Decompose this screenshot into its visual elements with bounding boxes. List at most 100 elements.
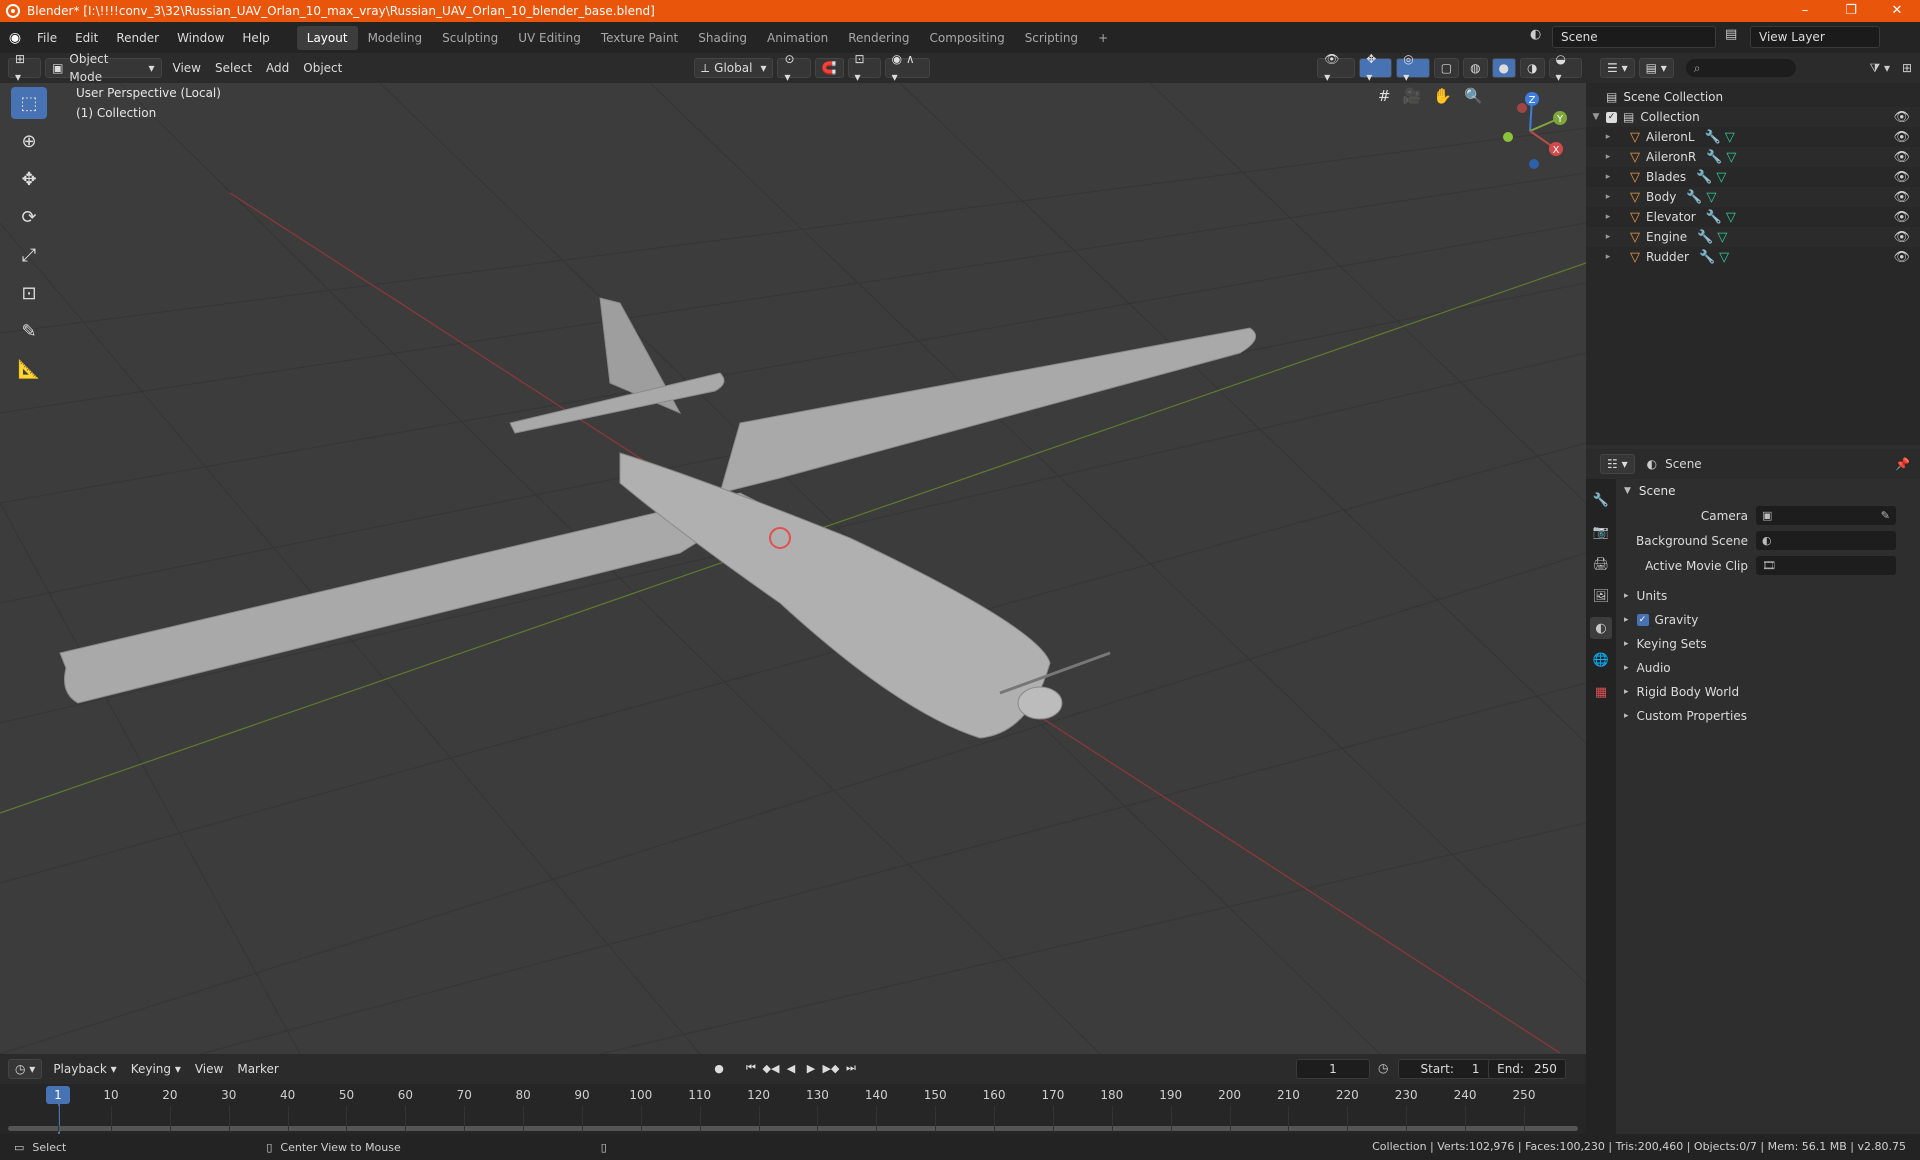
menu-timeline-view[interactable]: View <box>188 1062 230 1076</box>
move-icon[interactable]: ✥ <box>11 163 47 195</box>
texture-tab-icon[interactable]: ▦ <box>1590 681 1612 703</box>
menu-view[interactable]: View <box>166 61 208 75</box>
maximize-button[interactable]: ❐ <box>1828 0 1874 22</box>
active-movie-clip-field[interactable]: 🎞 <box>1756 556 1896 575</box>
add-workspace-icon[interactable]: + <box>1088 26 1118 50</box>
tab-uv-editing[interactable]: UV Editing <box>508 26 591 50</box>
eyedropper-icon[interactable]: ✎ <box>1881 509 1890 522</box>
render-tab-icon[interactable]: 📷 <box>1590 521 1612 543</box>
rotate-icon[interactable]: ⟳ <box>11 201 47 233</box>
annotate-icon[interactable]: ✎ <box>11 315 47 347</box>
play-icon[interactable]: ▶ <box>802 1059 820 1077</box>
timeline-scrollbar[interactable] <box>8 1126 1578 1131</box>
outliner-row-engine[interactable]: ▸ ▽ Engine 🔧 ▽ 👁 <box>1586 227 1920 247</box>
blender-menu-icon[interactable]: ◉ <box>6 29 24 47</box>
tool-tab-icon[interactable]: 🔧 <box>1590 489 1612 511</box>
keying-sets-panel[interactable]: ▸ Keying Sets <box>1616 632 1920 656</box>
scene-tab-icon[interactable]: ◐ <box>1590 617 1612 639</box>
outliner-row-aileronl[interactable]: ▸ ▽ AileronL 🔧 ▽ 👁 <box>1586 127 1920 147</box>
record-icon[interactable]: ● <box>710 1059 728 1077</box>
filter-icon[interactable]: ⧩ ▾ <box>1869 61 1890 76</box>
tab-animation[interactable]: Animation <box>757 26 838 50</box>
tab-sculpting[interactable]: Sculpting <box>432 26 508 50</box>
eye-icon[interactable]: 👁 <box>1893 130 1910 145</box>
start-frame-field[interactable]: Start: 1 <box>1398 1059 1502 1079</box>
outliner-row-collection[interactable]: ▼ ✓ ▤ Collection 👁 <box>1586 107 1920 127</box>
units-panel[interactable]: ▸ Units <box>1616 584 1920 608</box>
menu-object[interactable]: Object <box>296 61 349 75</box>
rigid-body-world-panel[interactable]: ▸ Rigid Body World <box>1616 680 1920 704</box>
outliner-row-aileronr[interactable]: ▸ ▽ AileronR 🔧 ▽ 👁 <box>1586 147 1920 167</box>
tab-compositing[interactable]: Compositing <box>919 26 1014 50</box>
scale-icon[interactable]: ⤢ <box>11 239 47 271</box>
menu-playback[interactable]: Playback ▾ <box>46 1062 123 1076</box>
output-tab-icon[interactable]: 🖨 <box>1590 553 1612 575</box>
menu-edit[interactable]: Edit <box>66 31 107 45</box>
select-box-icon[interactable]: ⬚ <box>11 87 47 119</box>
mode-dropdown[interactable]: ▣ Object Mode ▾ <box>45 52 162 84</box>
prev-keyframe-icon[interactable]: ◆◀ <box>762 1059 780 1077</box>
shading-material-button[interactable]: ◑ <box>1520 58 1545 78</box>
current-frame-marker[interactable]: 1 <box>46 1086 70 1104</box>
tab-rendering[interactable]: Rendering <box>838 26 919 50</box>
tab-layout[interactable]: Layout <box>296 25 358 50</box>
pan-hand-icon[interactable]: ✋ <box>1433 87 1452 105</box>
eye-icon[interactable]: 👁 <box>1893 250 1910 265</box>
custom-properties-panel[interactable]: ▸ Custom Properties <box>1616 704 1920 728</box>
grid-view-icon[interactable]: # <box>1378 87 1391 105</box>
menu-select[interactable]: Select <box>208 61 259 75</box>
eye-icon[interactable]: 👁 <box>1893 110 1910 125</box>
tab-modeling[interactable]: Modeling <box>358 26 433 50</box>
proportional-edit-toggle[interactable]: ◉ ∧ ▾ <box>884 52 931 84</box>
outliner-row-body[interactable]: ▸ ▽ Body 🔧 ▽ 👁 <box>1586 187 1920 207</box>
transform-icon[interactable]: ⊡ <box>11 277 47 309</box>
tab-shading[interactable]: Shading <box>688 26 757 50</box>
outliner-row-scene-collection[interactable]: ▤ Scene Collection <box>1586 87 1920 107</box>
next-keyframe-icon[interactable]: ▶◆ <box>822 1059 840 1077</box>
close-button[interactable]: ✕ <box>1874 0 1920 22</box>
eye-icon[interactable]: 👁 <box>1893 170 1910 185</box>
pivot-point-button[interactable]: ⊙ ▾ <box>777 52 811 84</box>
transform-orientation-dropdown[interactable]: ⟂ Global ▾ <box>694 58 774 78</box>
menu-window[interactable]: Window <box>168 31 233 45</box>
menu-render[interactable]: Render <box>107 31 168 45</box>
snap-target-button[interactable]: ⊡ ▾ <box>847 52 881 84</box>
jump-start-icon[interactable]: ⏮ <box>742 1059 760 1077</box>
cursor-icon[interactable]: ⊕ <box>11 125 47 157</box>
shading-wireframe-button[interactable]: ◍ <box>1463 58 1488 78</box>
shading-rendered-button[interactable]: ◒ ▾ <box>1548 52 1582 84</box>
new-collection-icon[interactable]: ⊞ <box>1902 61 1912 75</box>
current-frame-field[interactable]: 1 <box>1296 1059 1370 1079</box>
outliner-search-input[interactable]: ⌕ <box>1685 59 1796 77</box>
menu-file[interactable]: File <box>28 31 66 45</box>
collection-checkbox[interactable]: ✓ <box>1606 111 1617 123</box>
outliner-row-blades[interactable]: ▸ ▽ Blades 🔧 ▽ 👁 <box>1586 167 1920 187</box>
editor-type-button[interactable]: ⊞ ▾ <box>8 52 42 84</box>
outliner-editor-type-button[interactable]: ☰ ▾ <box>1600 58 1635 78</box>
camera-view-icon[interactable]: 🎥 <box>1403 87 1422 105</box>
display-mode-button[interactable]: ▤ ▾ <box>1638 58 1674 78</box>
shading-solid-button[interactable]: ● <box>1491 58 1517 78</box>
eye-icon[interactable]: 👁 <box>1893 190 1910 205</box>
zoom-icon[interactable]: 🔍 <box>1464 87 1483 105</box>
properties-editor-type-button[interactable]: ☷ ▾ <box>1600 454 1635 474</box>
expand-triangle-icon[interactable]: ▼ <box>1586 112 1606 122</box>
gravity-checkbox[interactable]: ✓ <box>1636 614 1649 626</box>
gizmo-toggle[interactable]: ✥ ▾ <box>1359 52 1393 84</box>
jump-end-icon[interactable]: ⏭ <box>842 1059 860 1077</box>
menu-help[interactable]: Help <box>233 31 278 45</box>
tab-texture-paint[interactable]: Texture Paint <box>591 26 688 50</box>
navigation-gizmo[interactable]: Z Y X <box>1490 91 1570 171</box>
world-tab-icon[interactable]: 🌐 <box>1590 649 1612 671</box>
outliner-row-rudder[interactable]: ▸ ▽ Rudder 🔧 ▽ 👁 <box>1586 247 1920 267</box>
snap-toggle[interactable]: 🧲 <box>814 58 844 78</box>
stopwatch-icon[interactable]: ◷ <box>1378 1061 1388 1075</box>
3d-viewport[interactable]: ⬚ ⊕ ✥ ⟳ ⤢ ⊡ ✎ 📐 User Perspective (Local)… <box>0 83 1586 1054</box>
audio-panel[interactable]: ▸ Audio <box>1616 656 1920 680</box>
play-reverse-icon[interactable]: ◀ <box>782 1059 800 1077</box>
end-frame-field[interactable]: End: 250 <box>1488 1059 1566 1079</box>
menu-marker[interactable]: Marker <box>230 1062 285 1076</box>
camera-field[interactable]: ▣ ✎ <box>1756 506 1896 525</box>
minimize-button[interactable]: – <box>1782 0 1828 22</box>
scene-selector[interactable]: Scene <box>1552 26 1716 48</box>
